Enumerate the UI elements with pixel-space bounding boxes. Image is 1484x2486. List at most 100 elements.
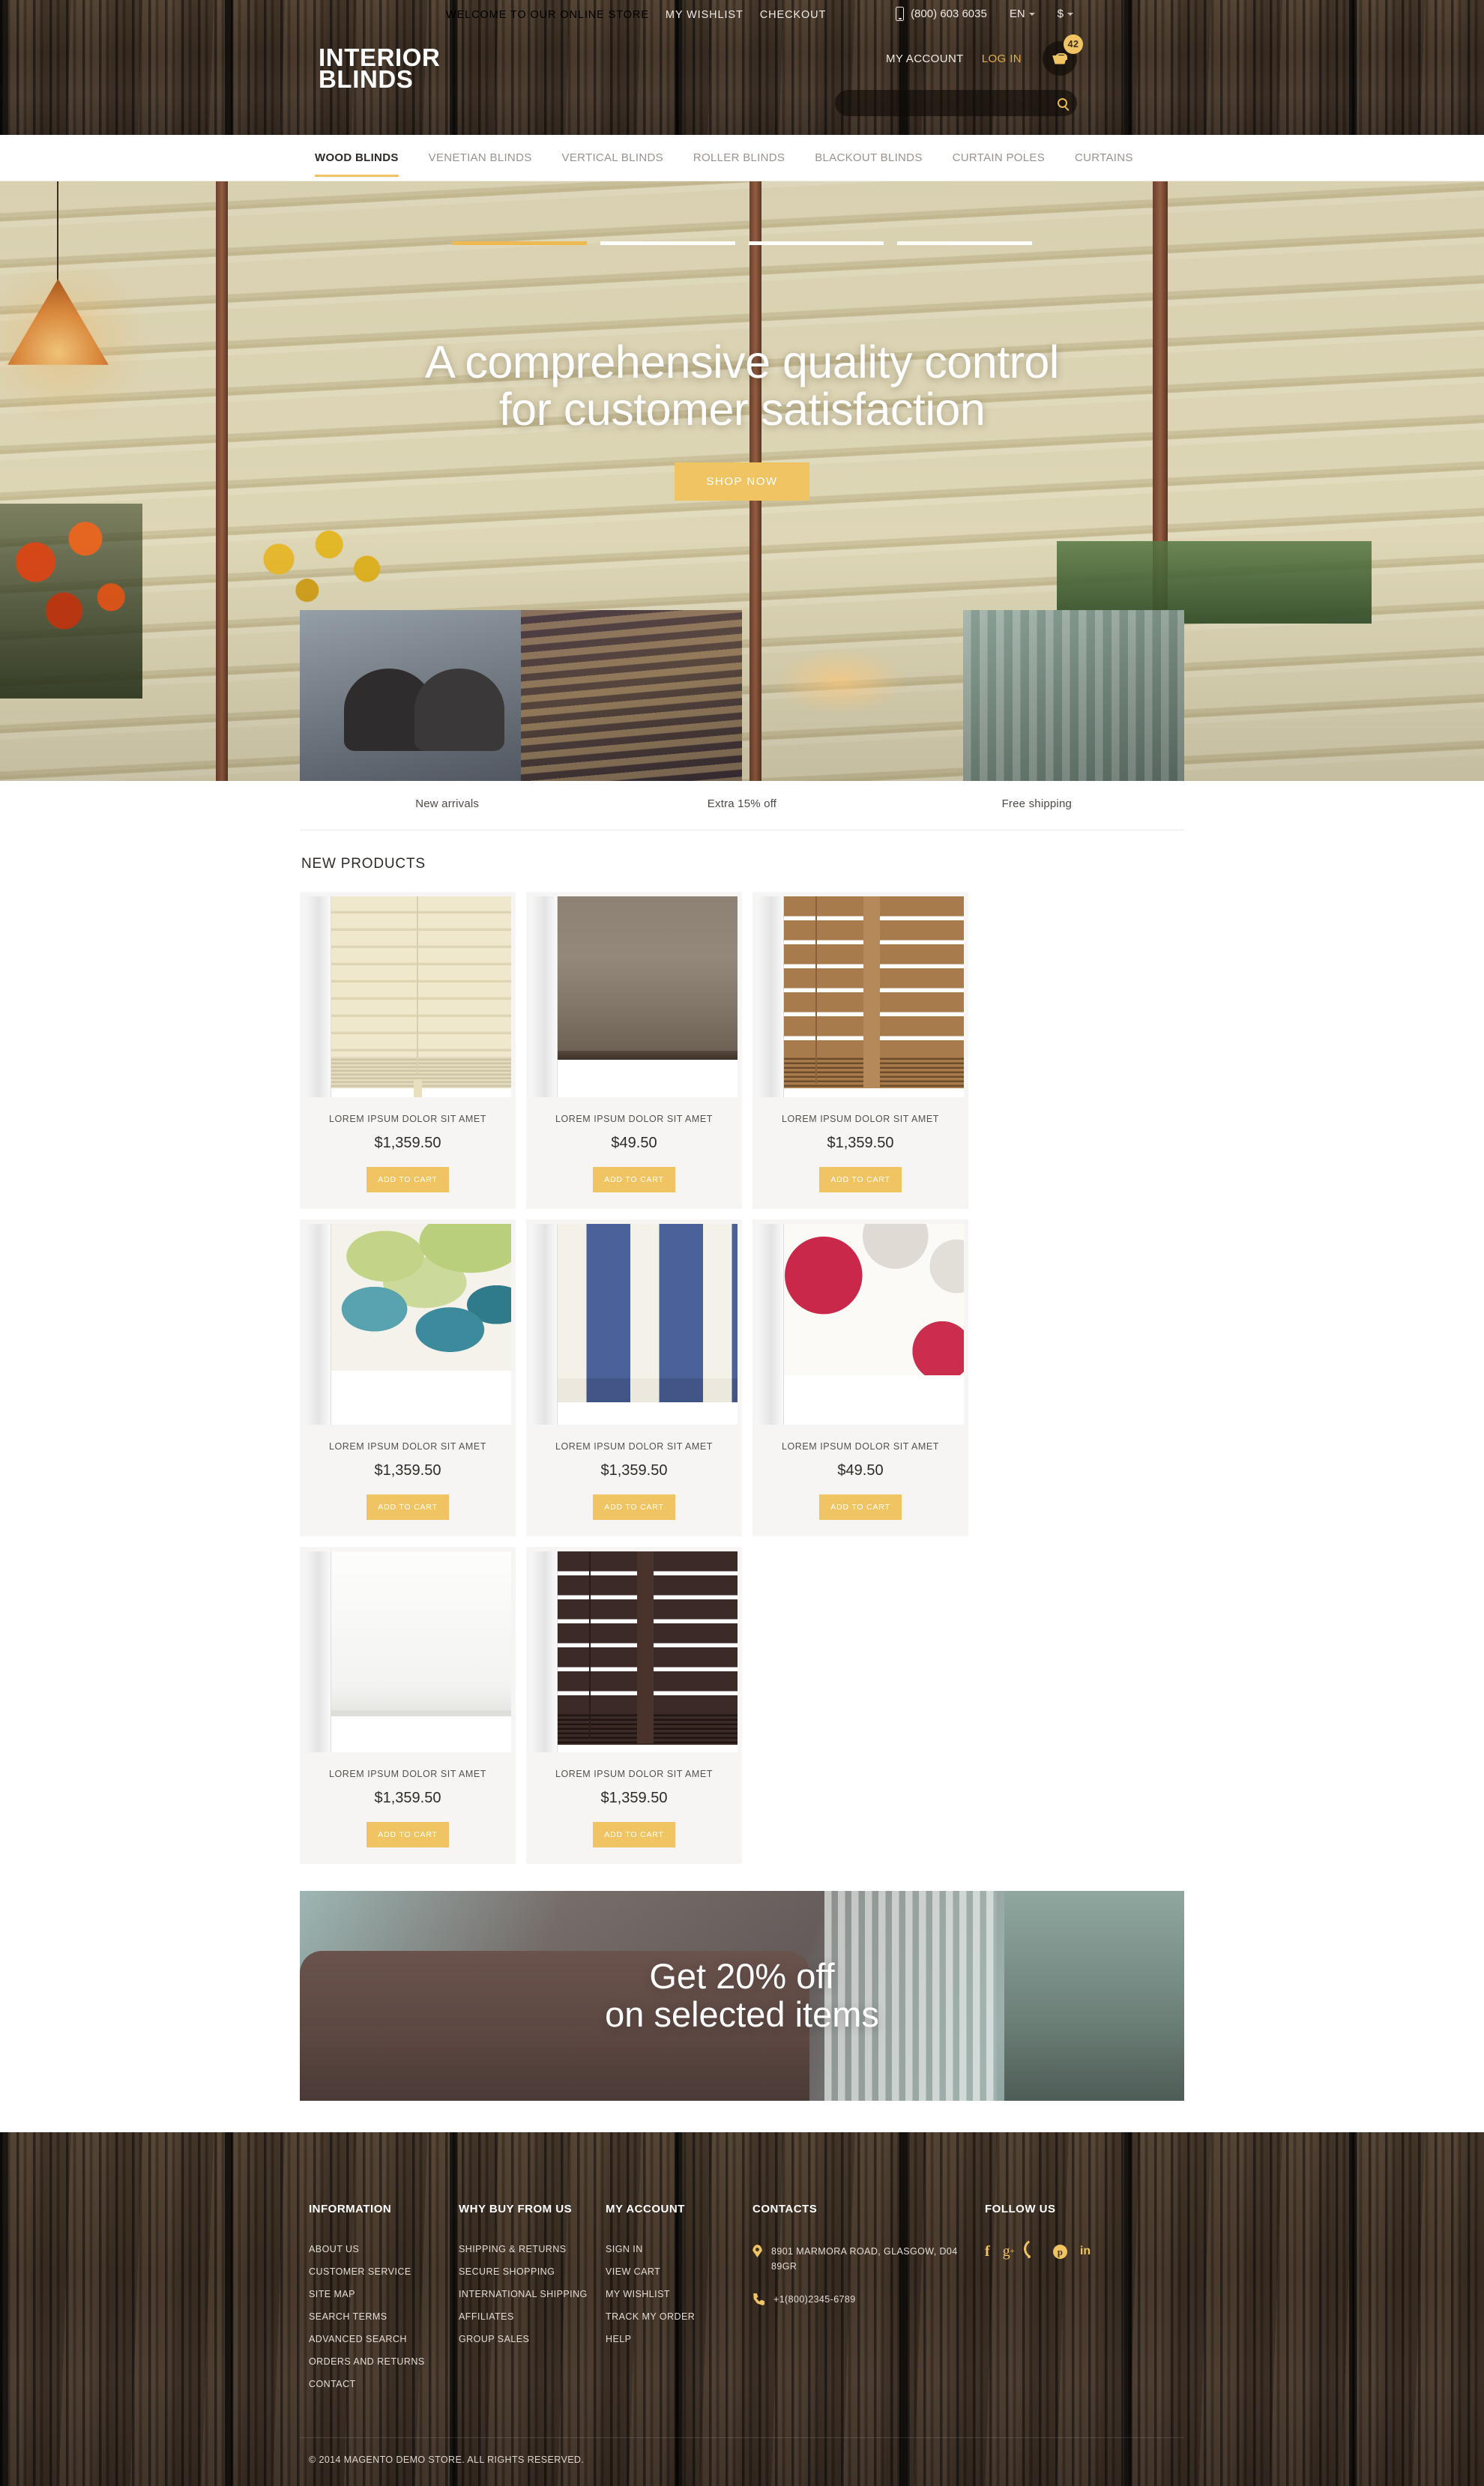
banner-line-1: Get 20% off bbox=[649, 1956, 835, 1997]
add-to-cart-button[interactable]: ADD TO CART bbox=[593, 1167, 675, 1192]
footer-phone: +1(800)2345-6789 bbox=[752, 2292, 985, 2307]
promo-tiles bbox=[300, 610, 1184, 781]
search-submit-button[interactable] bbox=[1047, 90, 1077, 116]
footer-link[interactable]: SHIPPING & RETURNS bbox=[459, 2244, 606, 2254]
product-card[interactable]: LOREM IPSUM DOLOR SIT AMET $1,359.50 ADD T… bbox=[526, 1219, 742, 1536]
site-logo[interactable]: INTERIOR BLINDS bbox=[319, 45, 440, 94]
product-card[interactable]: LOREM IPSUM DOLOR SIT AMET $1,359.50 ADD T… bbox=[300, 892, 516, 1209]
add-to-cart-button[interactable]: ADD TO CART bbox=[367, 1822, 449, 1847]
cart-count-badge: 42 bbox=[1064, 34, 1083, 54]
nav-item-4[interactable]: BLACKOUT BLINDS bbox=[815, 136, 922, 179]
footer-column-my-account: MY ACCOUNT SIGN IN VIEW CART MY WISHLIST TRA… bbox=[606, 2203, 752, 2401]
footer-link[interactable]: SECURE SHOPPING bbox=[459, 2266, 606, 2277]
slider-dot-4[interactable] bbox=[897, 241, 1032, 245]
footer-link[interactable]: SEARCH TERMS bbox=[309, 2311, 459, 2322]
language-selector[interactable]: EN bbox=[1010, 7, 1035, 20]
search-input[interactable] bbox=[835, 97, 1047, 109]
footer-phone-text: +1(800)2345-6789 bbox=[773, 2294, 856, 2305]
follow-us-heading: FOLLOW US bbox=[985, 2203, 1056, 2215]
banner-text: Get 20% off on selected items bbox=[300, 1891, 1184, 2101]
facebook-icon[interactable]: f bbox=[985, 2244, 990, 2259]
promo-banner[interactable]: Get 20% off on selected items bbox=[300, 1891, 1184, 2101]
nav-item-1[interactable]: VENETIAN BLINDS bbox=[429, 136, 532, 179]
banner-line-2: on selected items bbox=[605, 1994, 879, 2034]
product-card[interactable]: LOREM IPSUM DOLOR SIT AMET $49.50 ADD TO C… bbox=[526, 892, 742, 1209]
footer-column-why-buy: WHY BUY FROM US SHIPPING & RETURNS SECURE … bbox=[459, 2203, 606, 2401]
linkedin-icon[interactable]: in bbox=[1080, 2245, 1091, 2257]
site-header: WELCOME TO OUR ONLINE STORE MY WISHLIST … bbox=[0, 0, 1484, 135]
footer-link[interactable]: ADVANCED SEARCH bbox=[309, 2334, 459, 2344]
slider-dot-2[interactable] bbox=[600, 241, 735, 245]
page-root: WELCOME TO OUR ONLINE STORE MY WISHLIST … bbox=[0, 0, 1484, 2486]
footer-link[interactable]: SIGN IN bbox=[606, 2244, 752, 2254]
add-to-cart-button[interactable]: ADD TO CART bbox=[593, 1494, 675, 1520]
nav-item-5[interactable]: CURTAIN POLES bbox=[953, 136, 1045, 179]
product-image bbox=[304, 896, 511, 1097]
footer-link[interactable]: SITE MAP bbox=[309, 2289, 459, 2299]
product-image bbox=[757, 896, 964, 1097]
footer-link[interactable]: ABOUT US bbox=[309, 2244, 459, 2254]
nav-item-6[interactable]: CURTAINS bbox=[1075, 136, 1133, 179]
footer-heading: MY ACCOUNT bbox=[606, 2203, 685, 2215]
footer-link[interactable]: GROUP SALES bbox=[459, 2334, 606, 2344]
my-account-link[interactable]: MY ACCOUNT bbox=[886, 52, 964, 65]
welcome-bar: WELCOME TO OUR ONLINE STORE MY WISHLIST … bbox=[446, 9, 826, 21]
promo-tile-free-shipping[interactable] bbox=[742, 610, 963, 781]
promo-tile-new-arrivals[interactable] bbox=[300, 610, 521, 781]
nav-item-0[interactable]: WOOD BLINDS bbox=[315, 136, 399, 179]
telephone-icon bbox=[753, 2293, 764, 2305]
currency-value: $ bbox=[1057, 7, 1064, 20]
logo-line-2: BLINDS bbox=[319, 65, 414, 94]
copyright-text: © 2014 MAGENTO DEMO STORE. ALL RIGHTS RE… bbox=[309, 2455, 585, 2465]
nav-item-2[interactable]: VERTICAL BLINDS bbox=[562, 136, 663, 179]
footer-link[interactable]: ORDERS AND RETURNS bbox=[309, 2356, 459, 2367]
checkout-link[interactable]: CHECKOUT bbox=[760, 9, 827, 21]
pinterest-icon[interactable]: p bbox=[1052, 2244, 1067, 2259]
product-card[interactable]: LOREM IPSUM DOLOR SIT AMET $1,359.50 ADD T… bbox=[300, 1219, 516, 1536]
footer-link[interactable]: VIEW CART bbox=[606, 2266, 752, 2277]
promo-tile-extra-off[interactable] bbox=[521, 610, 742, 781]
product-name: LOREM IPSUM DOLOR SIT AMET bbox=[555, 1441, 713, 1452]
section-title: NEW PRODUCTS bbox=[301, 856, 426, 872]
footer-column-contacts: CONTACTS 8901 MARMORA ROAD, GLASGOW, D04… bbox=[752, 2203, 985, 2401]
my-wishlist-link[interactable]: MY WISHLIST bbox=[666, 9, 743, 21]
nav-item-3[interactable]: ROLLER BLINDS bbox=[693, 136, 785, 179]
slider-dot-3[interactable] bbox=[749, 241, 884, 245]
site-footer: INFORMATION ABOUT US CUSTOMER SERVICE SITE … bbox=[0, 2132, 1484, 2486]
promo-tile-extra[interactable] bbox=[963, 610, 1184, 781]
promo-caption-2: Free shipping bbox=[1001, 797, 1073, 810]
slider-dot-1[interactable] bbox=[452, 241, 587, 245]
footer-link[interactable]: HELP bbox=[606, 2334, 752, 2344]
search-bar bbox=[835, 90, 1077, 116]
product-card[interactable]: LOREM IPSUM DOLOR SIT AMET $1,359.50 ADD T… bbox=[300, 1547, 516, 1864]
product-price: $49.50 bbox=[837, 1462, 884, 1479]
add-to-cart-button[interactable]: ADD TO CART bbox=[593, 1822, 675, 1847]
log-in-link[interactable]: LOG IN bbox=[982, 52, 1022, 65]
cart-button[interactable]: 42 bbox=[1043, 34, 1083, 76]
footer-link[interactable]: TRACK MY ORDER bbox=[606, 2311, 752, 2322]
footer-link[interactable]: CUSTOMER SERVICE bbox=[309, 2266, 459, 2277]
add-to-cart-button[interactable]: ADD TO CART bbox=[367, 1167, 449, 1192]
footer-link[interactable]: CONTACT bbox=[309, 2379, 459, 2389]
footer-link[interactable]: MY WISHLIST bbox=[606, 2289, 752, 2299]
google-plus-icon[interactable]: g + bbox=[1003, 2244, 1015, 2259]
shop-now-button[interactable]: SHOP NOW bbox=[675, 462, 809, 501]
currency-selector[interactable]: $ bbox=[1058, 7, 1073, 20]
footer-link[interactable]: AFFILIATES bbox=[459, 2311, 606, 2322]
add-to-cart-button[interactable]: ADD TO CART bbox=[819, 1494, 902, 1520]
rss-icon[interactable] bbox=[1027, 2245, 1040, 2258]
footer-link[interactable]: INTERNATIONAL SHIPPING bbox=[459, 2289, 606, 2299]
product-card[interactable]: LOREM IPSUM DOLOR SIT AMET $49.50 ADD TO C… bbox=[752, 1219, 968, 1536]
product-image bbox=[304, 1224, 511, 1425]
product-card[interactable]: LOREM IPSUM DOLOR SIT AMET $1,359.50 ADD T… bbox=[526, 1547, 742, 1864]
social-links: f g + p in bbox=[985, 2244, 1180, 2259]
product-image bbox=[531, 896, 738, 1097]
promo-caption-0: New arrivals bbox=[415, 797, 480, 810]
product-name: LOREM IPSUM DOLOR SIT AMET bbox=[782, 1441, 939, 1452]
hero-title: A comprehensive quality control for cust… bbox=[300, 338, 1184, 434]
add-to-cart-button[interactable]: ADD TO CART bbox=[819, 1167, 902, 1192]
product-card[interactable]: LOREM IPSUM DOLOR SIT AMET $1,359.50 ADD T… bbox=[752, 892, 968, 1209]
add-to-cart-button[interactable]: ADD TO CART bbox=[367, 1494, 449, 1520]
product-price: $49.50 bbox=[611, 1135, 657, 1151]
product-price: $1,359.50 bbox=[827, 1135, 894, 1151]
